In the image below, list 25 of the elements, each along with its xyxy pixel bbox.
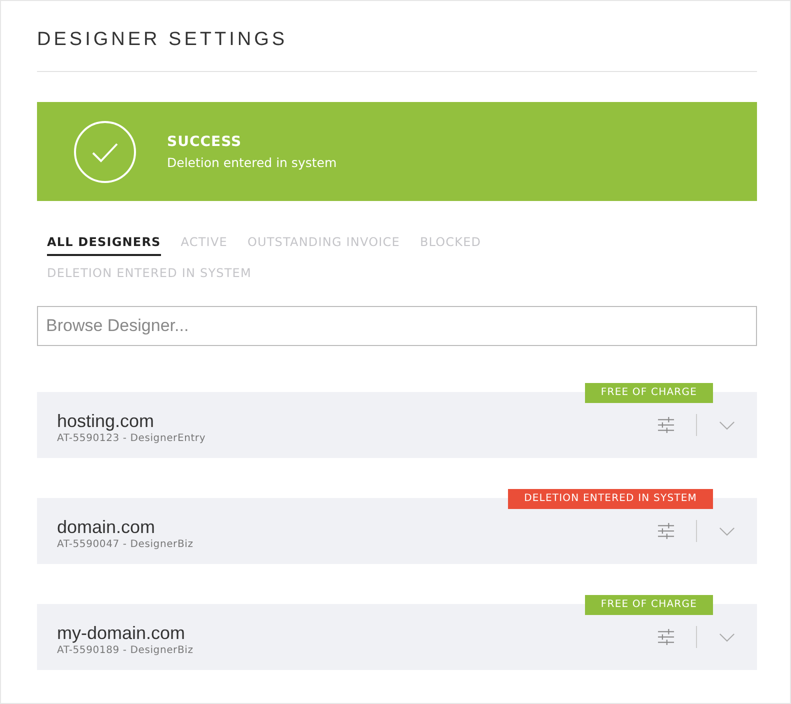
page-title: DESIGNER SETTINGS [37,29,289,51]
status-badge: DELETION ENTERED IN SYSTEM [508,489,713,509]
filter-tab[interactable]: OUTSTANDING INVOICE [247,235,400,256]
filter-tab[interactable]: ACTIVE [180,235,228,256]
status-badge: FREE OF CHARGE [584,595,713,615]
status-badge: FREE OF CHARGE [584,383,713,403]
settings-icon[interactable] [657,629,675,645]
settings-icon[interactable] [657,523,675,539]
alert-message: Deletion entered in system [167,154,337,170]
search-field[interactable]: Browse Designer... [37,306,757,346]
filter-tab[interactable]: ALL DESIGNERS [47,235,161,256]
designer-details: AT-5590047 - DesignerBiz [57,538,194,550]
chevron-down-icon[interactable] [719,526,735,536]
chevron-down-icon[interactable] [719,420,735,430]
designer-name: domain.com [57,516,156,538]
designer-details: AT-5590123 - DesignerEntry [57,432,206,444]
alert-title: SUCCESS [167,134,243,150]
filter-tab[interactable]: DELETION ENTERED IN SYSTEM [47,266,252,287]
filter-tab[interactable]: BLOCKED [420,235,482,256]
checkmark-icon [73,120,137,184]
designer-name: hosting.com [57,410,156,432]
designer-details: AT-5590189 - DesignerBiz [57,644,194,656]
chevron-down-icon[interactable] [719,632,735,642]
designer-name: my-domain.com [57,622,186,644]
settings-icon[interactable] [657,417,675,433]
